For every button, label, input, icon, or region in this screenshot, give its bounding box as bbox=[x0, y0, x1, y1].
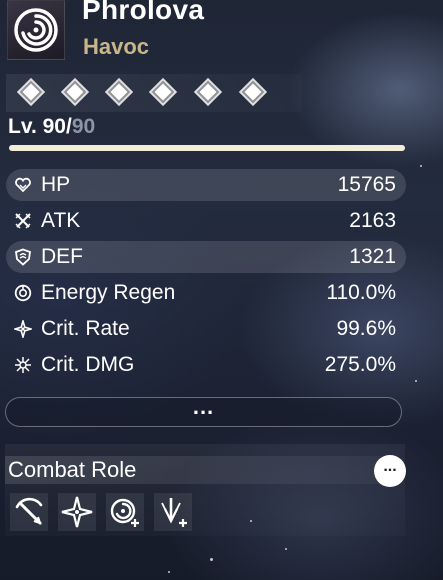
downward-strike-plus-icon bbox=[161, 498, 187, 527]
combat-role-4[interactable] bbox=[154, 493, 192, 531]
stat-row-def: DEF 1321 bbox=[6, 241, 406, 273]
resonance-node-3[interactable] bbox=[110, 83, 130, 103]
resonance-node-1[interactable] bbox=[22, 83, 42, 103]
stat-label: HP bbox=[41, 173, 71, 196]
havoc-spiral-icon bbox=[14, 8, 58, 52]
stat-label: DEF bbox=[41, 245, 83, 268]
background-star bbox=[210, 558, 213, 561]
crit-burst-icon bbox=[15, 357, 31, 373]
character-avatar bbox=[7, 0, 65, 60]
diamond-icon bbox=[66, 83, 84, 101]
level-text: Lv. 90/90 bbox=[8, 115, 95, 139]
stat-label: Energy Regen bbox=[41, 281, 176, 304]
diamond-icon bbox=[110, 83, 128, 101]
resonance-node-5[interactable] bbox=[199, 83, 219, 103]
stat-value: 1321 bbox=[349, 245, 396, 268]
background-star bbox=[420, 165, 422, 167]
combat-role-1[interactable] bbox=[10, 493, 48, 531]
more-stats-label: ... bbox=[192, 394, 215, 419]
shield-icon bbox=[15, 248, 31, 266]
stat-label: Crit. DMG bbox=[41, 353, 135, 376]
stat-value: 15765 bbox=[337, 173, 396, 196]
combat-role-more-label: ... bbox=[383, 458, 397, 475]
stat-row-crit-rate: Crit. Rate 99.6% bbox=[6, 313, 406, 345]
scythe-slash-icon bbox=[15, 497, 43, 525]
combat-role-title: Combat Role bbox=[8, 457, 137, 482]
crossed-swords-icon bbox=[15, 213, 31, 229]
background-star bbox=[168, 571, 170, 573]
level-progress-fill bbox=[9, 145, 405, 151]
stat-value: 2163 bbox=[349, 209, 396, 232]
level-max: 90 bbox=[71, 115, 96, 138]
stat-row-atk: ATK 2163 bbox=[6, 205, 406, 237]
sparkle-icon bbox=[14, 320, 32, 338]
spiral-plus-icon bbox=[110, 498, 139, 527]
diamond-icon bbox=[154, 83, 172, 101]
level-progress-bar bbox=[9, 145, 405, 151]
more-stats-button[interactable]: ... bbox=[5, 394, 402, 427]
four-point-star-icon bbox=[61, 496, 93, 528]
stat-row-crit-dmg: Crit. DMG 275.0% bbox=[6, 349, 406, 381]
background-star bbox=[285, 548, 287, 550]
character-element: Havoc bbox=[83, 34, 150, 59]
stat-value: 275.0% bbox=[324, 353, 396, 376]
stat-row-energy-regen: Energy Regen 110.0% bbox=[6, 277, 406, 309]
heart-icon bbox=[15, 177, 31, 193]
resonance-node-4[interactable] bbox=[154, 83, 174, 103]
resonance-node-6[interactable] bbox=[244, 83, 264, 103]
stat-label: ATK bbox=[41, 209, 81, 232]
background-star bbox=[415, 380, 417, 382]
combat-role-2[interactable] bbox=[58, 493, 96, 531]
stat-label: Crit. Rate bbox=[41, 317, 130, 340]
diamond-icon bbox=[244, 83, 262, 101]
stat-value: 99.6% bbox=[336, 317, 396, 340]
diamond-icon bbox=[199, 83, 217, 101]
energy-regen-icon bbox=[14, 284, 32, 302]
stat-row-hp: HP 15765 bbox=[6, 169, 406, 201]
character-name: Phrolova bbox=[82, 0, 205, 25]
stat-value: 110.0% bbox=[326, 281, 396, 304]
diamond-icon bbox=[22, 83, 40, 101]
level-current: Lv. 90/ bbox=[8, 115, 72, 138]
combat-role-3[interactable] bbox=[106, 493, 144, 531]
combat-role-more-button[interactable]: ... bbox=[374, 455, 406, 487]
resonance-node-2[interactable] bbox=[66, 83, 86, 103]
